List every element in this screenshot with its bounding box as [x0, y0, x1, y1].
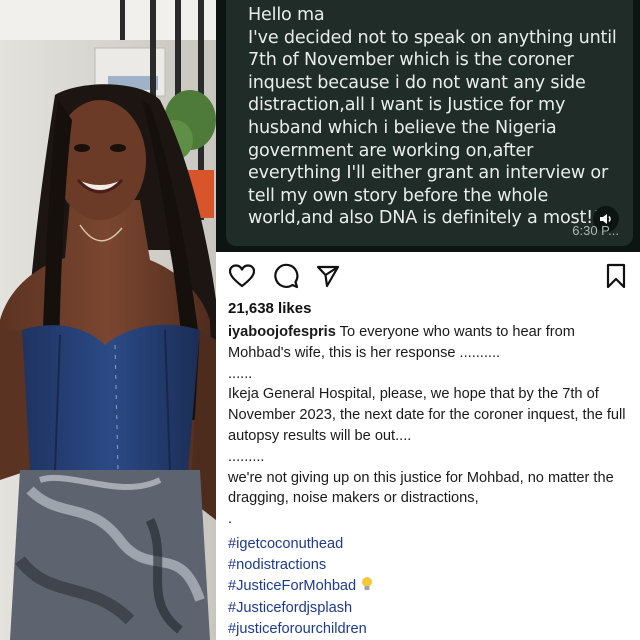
likes-count[interactable]: 21,638 likes: [228, 300, 311, 317]
hashtag-link[interactable]: #justiceforourchildren: [228, 619, 374, 640]
action-bar: [226, 262, 631, 292]
message-text: Hello ma I've decided not to speak on an…: [248, 5, 617, 229]
hashtag-link[interactable]: #JusticeForMohbad: [228, 578, 356, 594]
comment-icon[interactable]: [272, 262, 300, 290]
woman-photo: [0, 0, 216, 640]
message-bubble: Hello ma I've decided not to speak on an…: [226, 0, 633, 246]
instagram-post: 21,638 likes iyaboojofespris To everyone…: [216, 252, 640, 640]
caption: iyaboojofespris To everyone who wants to…: [228, 322, 630, 530]
chat-screenshot: Hello ma I've decided not to speak on an…: [216, 0, 640, 252]
caption-dots: .: [228, 511, 233, 528]
hashtag-list: #igetcoconuthead #nodistractions #Justic…: [228, 534, 374, 640]
share-icon[interactable]: [314, 262, 342, 290]
hashtag-link[interactable]: #nodistractions: [228, 555, 374, 576]
lightbulb-emoji: [360, 576, 374, 599]
caption-dots: ......: [228, 365, 253, 382]
hashtag-link[interactable]: #Justicefordjsplash: [228, 598, 374, 619]
caption-dots: .........: [228, 448, 265, 465]
screenshot: Hello ma I've decided not to speak on an…: [0, 0, 640, 640]
message-time: 6:30 P...: [572, 223, 619, 238]
caption-paragraph: Ikeja General Hospital, please, we hope …: [228, 386, 626, 444]
caption-paragraph: we're not giving up on this justice for …: [228, 469, 614, 507]
hashtag-link[interactable]: #igetcoconuthead: [228, 534, 374, 555]
username[interactable]: iyaboojofespris: [228, 324, 336, 340]
bookmark-icon[interactable]: [602, 262, 630, 290]
heart-icon[interactable]: [228, 262, 256, 290]
photo-illustration: [0, 0, 216, 640]
